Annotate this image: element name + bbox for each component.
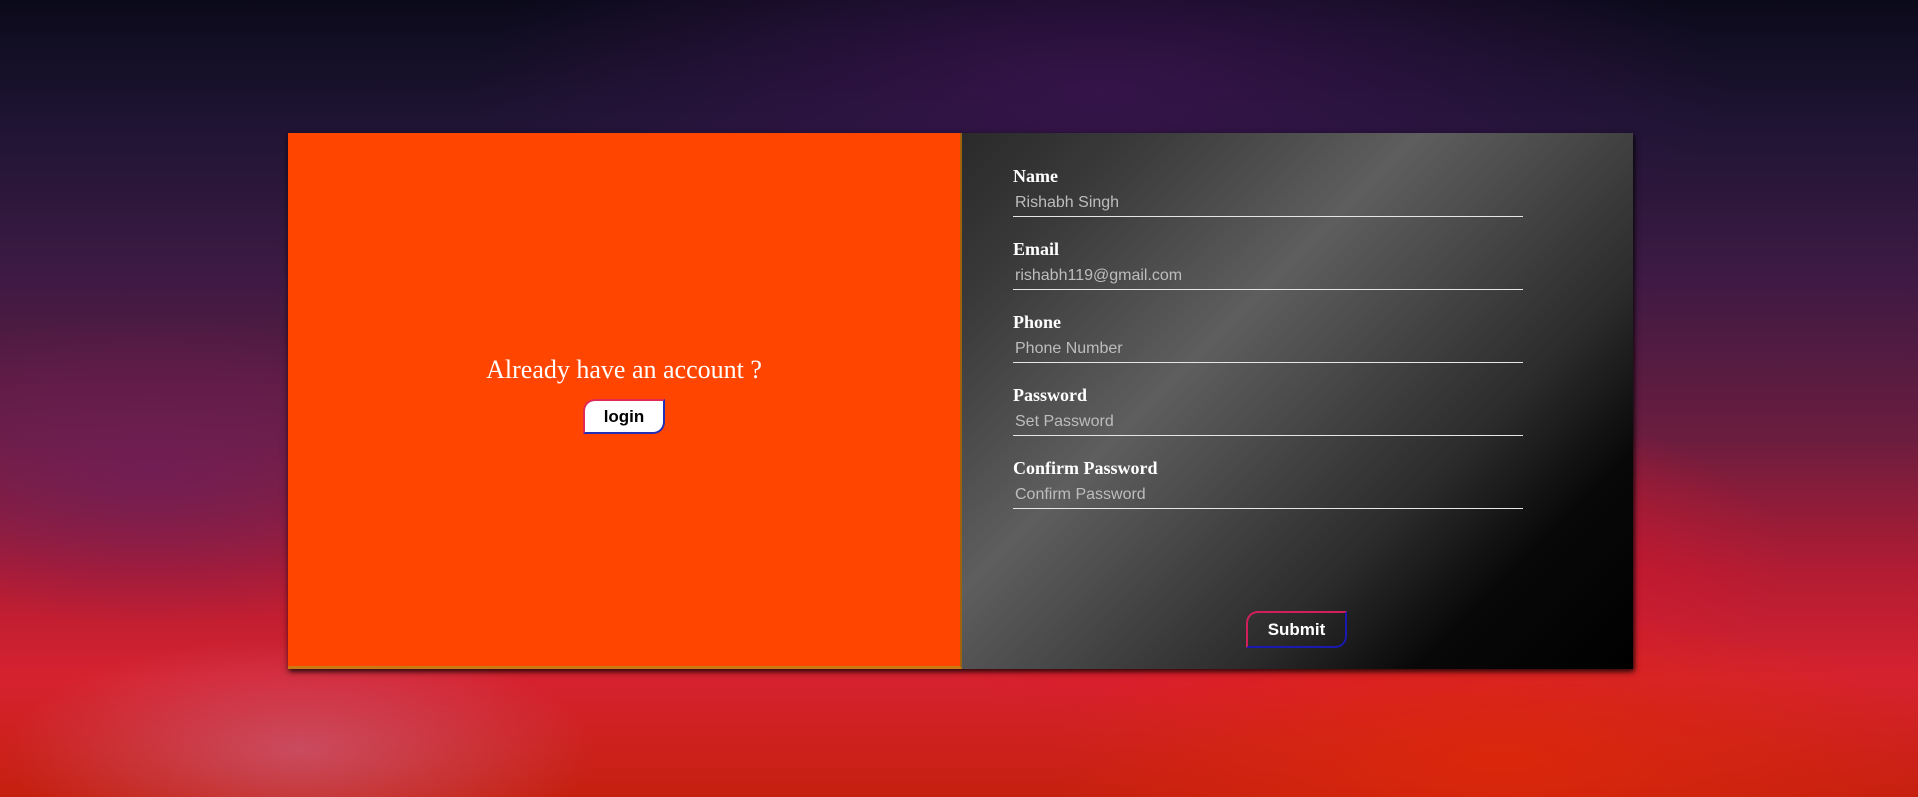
confirm-password-label: Confirm Password bbox=[1013, 458, 1158, 478]
signup-form-panel: Name Email Phone Password Confirm Passwo… bbox=[962, 133, 1633, 669]
confirm-password-input[interactable] bbox=[1013, 484, 1523, 509]
email-label: Email bbox=[1013, 239, 1060, 259]
confirm-password-field: Confirm Password bbox=[1013, 458, 1523, 509]
phone-input[interactable] bbox=[1013, 338, 1523, 363]
signup-card: Already have an account ? login Name Ema… bbox=[288, 133, 1633, 669]
name-label: Name bbox=[1013, 166, 1058, 186]
password-label: Password bbox=[1013, 385, 1088, 405]
phone-label: Phone bbox=[1013, 312, 1062, 332]
password-field: Password bbox=[1013, 385, 1523, 436]
login-button[interactable]: login bbox=[583, 399, 665, 434]
name-input[interactable] bbox=[1013, 192, 1523, 217]
password-input[interactable] bbox=[1013, 411, 1523, 436]
login-prompt-panel: Already have an account ? login bbox=[288, 133, 962, 669]
login-prompt-heading: Already have an account ? bbox=[486, 355, 762, 384]
submit-button[interactable]: Submit bbox=[1246, 611, 1347, 648]
name-field: Name bbox=[1013, 166, 1523, 217]
email-input[interactable] bbox=[1013, 265, 1523, 290]
email-field: Email bbox=[1013, 239, 1523, 290]
phone-field: Phone bbox=[1013, 312, 1523, 363]
